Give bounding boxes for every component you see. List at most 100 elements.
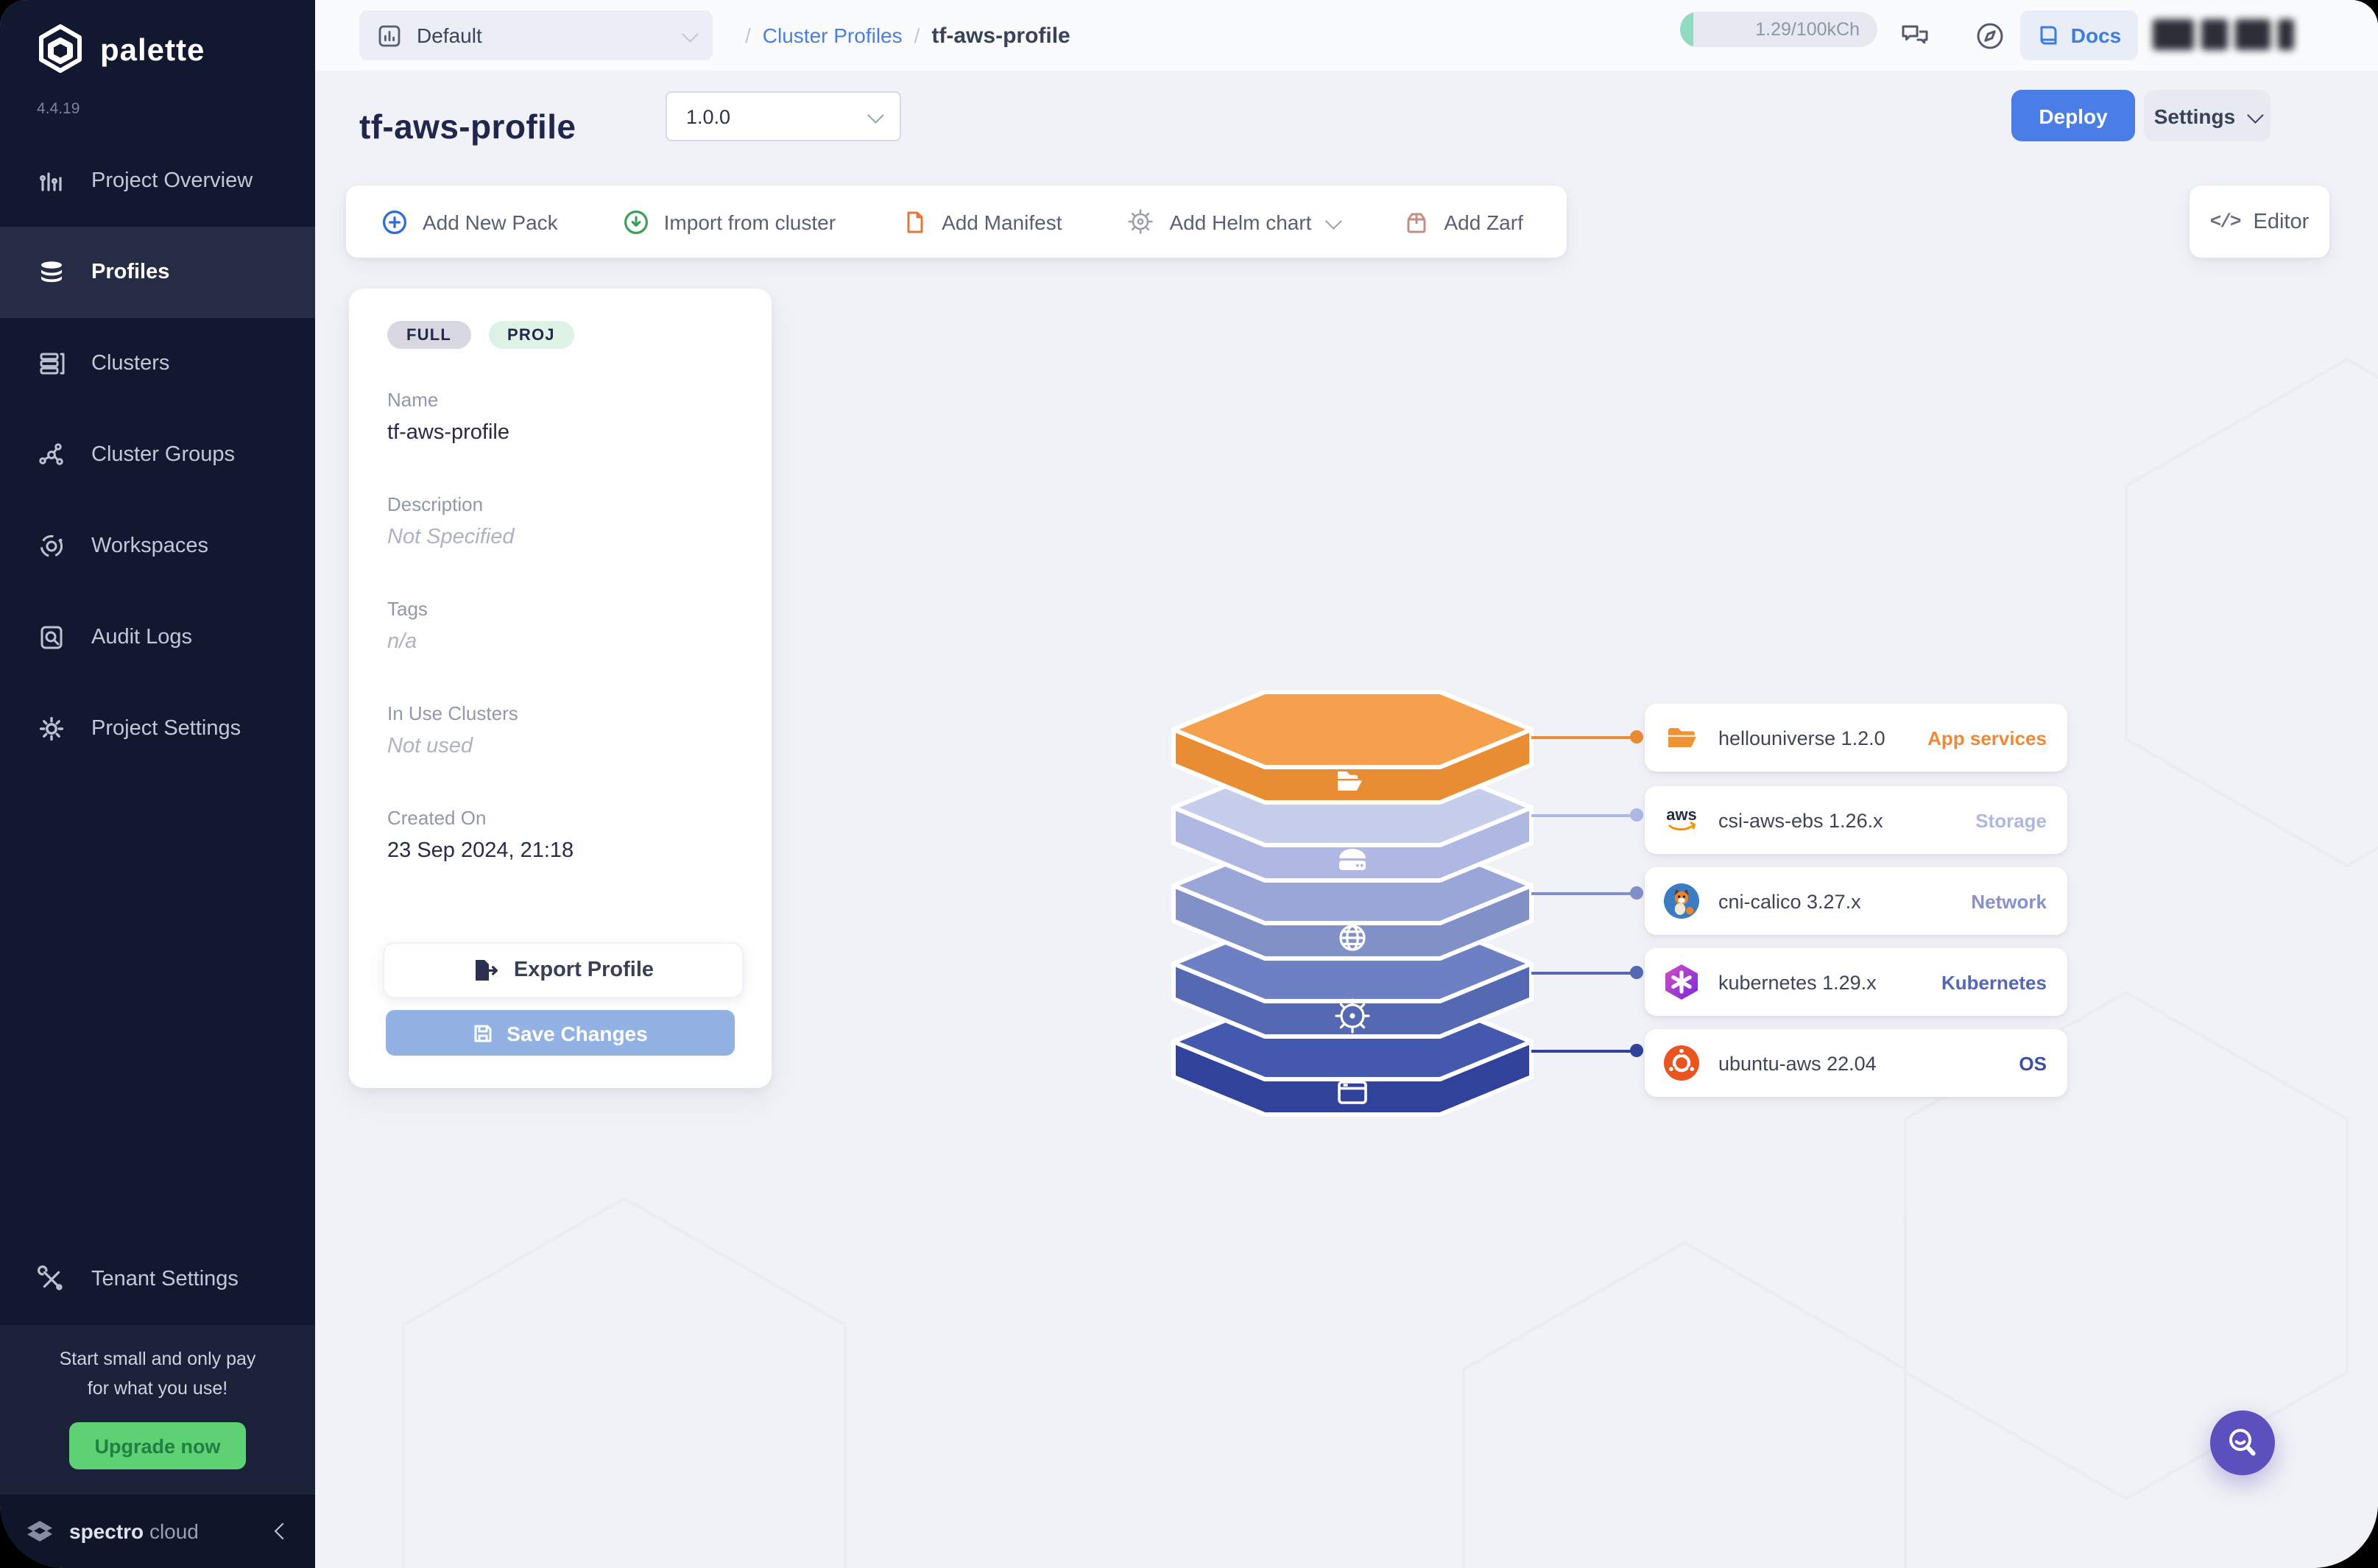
badge-proj: PROJ (488, 321, 574, 349)
badge-full: FULL (387, 321, 470, 349)
sidebar-spacer (0, 774, 315, 1235)
sidebar-item-label: Profiles (91, 261, 169, 284)
connector-app-services (1531, 736, 1637, 739)
compass-icon[interactable] (1970, 16, 2008, 54)
chevron-down-icon (682, 26, 699, 43)
profile-layer-stack (1166, 676, 1534, 1162)
sidebar-item-label: Project Settings (91, 717, 241, 741)
profile-toolbar: Add New Pack Import from cluster Add Man… (346, 186, 1567, 258)
book-icon (2037, 24, 2061, 47)
app-version: 4.4.19 (37, 100, 315, 118)
usage-progress (1680, 12, 1693, 47)
add-new-pack-label: Add New Pack (423, 210, 558, 233)
sidebar-item-tenant-settings[interactable]: Tenant Settings (0, 1235, 315, 1326)
ubuntu-logo-icon (1662, 1044, 1701, 1082)
page-title: tf-aws-profile (359, 108, 576, 148)
pack-row-hellouniverse[interactable]: hellouniverse 1.2.0 App services (1645, 704, 2067, 771)
pack-row-ubuntu-aws[interactable]: ubuntu-aws 22.04 OS (1645, 1029, 2067, 1097)
pack-category: App services (1927, 727, 2047, 749)
add-helm-chart-label: Add Helm chart (1170, 210, 1312, 233)
chevron-down-icon (2247, 106, 2264, 123)
connector-dot (1630, 1044, 1643, 1057)
project-scope-icon (377, 23, 402, 48)
search-smile-icon (2225, 1425, 2260, 1461)
sidebar-item-label: Project Overview (91, 169, 253, 193)
add-manifest-button[interactable]: Add Manifest (900, 208, 1062, 235)
field-description: Description Not Specified (387, 493, 742, 549)
orbit-icon (37, 532, 66, 561)
usage-text: 1.29/100kCh (1755, 19, 1860, 40)
pack-row-kubernetes[interactable]: kubernetes 1.29.x Kubernetes (1645, 948, 2067, 1016)
sidebar-item-clusters[interactable]: Clusters (0, 318, 315, 409)
server-list-icon (37, 349, 66, 378)
connector-os (1531, 1050, 1637, 1053)
upgrade-now-button[interactable]: Upgrade now (69, 1422, 246, 1469)
pack-row-csi-aws-ebs[interactable]: aws csi-aws-ebs 1.26.x Storage (1645, 786, 2067, 854)
breadcrumb-cluster-profiles-link[interactable]: Cluster Profiles (763, 24, 903, 47)
export-profile-label: Export Profile (514, 958, 654, 982)
sidebar-item-audit-logs[interactable]: Audit Logs (0, 592, 315, 683)
sidebar-item-profiles[interactable]: Profiles (0, 227, 315, 318)
pack-row-cni-calico[interactable]: cni-calico 3.27.x Network (1645, 867, 2067, 935)
save-changes-button[interactable]: Save Changes (386, 1010, 735, 1056)
profile-version-select[interactable]: 1.0.0 (666, 91, 901, 141)
import-circle-icon (623, 208, 649, 235)
pack-name: hellouniverse 1.2.0 (1718, 727, 1910, 749)
project-selector[interactable]: Default (359, 10, 713, 60)
sidebar-item-label: Tenant Settings (91, 1268, 239, 1292)
plus-circle-icon (381, 208, 408, 235)
save-changes-label: Save Changes (507, 1021, 647, 1045)
spectro-cloud-logo (24, 1515, 56, 1547)
pack-category: Network (1971, 890, 2047, 912)
connector-network (1531, 892, 1637, 895)
pack-name: ubuntu-aws 22.04 (1718, 1052, 2001, 1074)
aws-logo-icon: aws (1662, 801, 1701, 839)
resource-center-button[interactable] (2210, 1410, 2275, 1475)
palette-app-window: palette 4.4.19 Project Overview (0, 0, 2378, 1568)
promo-text: Start small and only pay for what you us… (15, 1346, 300, 1404)
import-from-cluster-button[interactable]: Import from cluster (623, 208, 836, 235)
deploy-button[interactable]: Deploy (2011, 90, 2135, 141)
breadcrumb-separator: / (745, 24, 751, 47)
tools-icon (37, 1265, 66, 1295)
sidebar-item-workspaces[interactable]: Workspaces (0, 501, 315, 592)
zarf-package-icon (1403, 208, 1429, 235)
stack-layer-app-services (1174, 692, 1531, 802)
pack-category: Storage (1975, 809, 2047, 831)
sidebar-item-cluster-groups[interactable]: Cluster Groups (0, 409, 315, 501)
sidebar-item-project-settings[interactable]: Project Settings (0, 683, 315, 774)
logo-block: palette 4.4.19 (0, 0, 315, 118)
collapse-sidebar-icon[interactable] (275, 1523, 292, 1540)
connector-dot (1630, 886, 1643, 900)
usage-meter: 1.29/100kCh (1680, 12, 1877, 47)
editor-button[interactable]: </> Editor (2190, 186, 2329, 258)
gear-icon (37, 714, 66, 744)
calico-cat-icon (1662, 882, 1701, 920)
profile-fields: Name tf-aws-profile Description Not Spec… (387, 389, 742, 911)
add-helm-chart-button[interactable]: Add Helm chart (1127, 208, 1338, 236)
chat-icon[interactable] (1895, 16, 1933, 54)
chevron-down-icon (867, 107, 884, 124)
export-profile-button[interactable]: Export Profile (383, 942, 744, 998)
footer-brand: spectro cloud (69, 1519, 264, 1543)
field-created-on: Created On 23 Sep 2024, 21:18 (387, 807, 742, 863)
docs-label: Docs (2071, 24, 2121, 47)
add-zarf-button[interactable]: Add Zarf (1403, 208, 1523, 235)
docs-button[interactable]: Docs (2020, 10, 2138, 60)
sidebar-item-project-overview[interactable]: Project Overview (0, 135, 315, 227)
breadcrumb-current: tf-aws-profile (931, 23, 1070, 48)
sidebar-item-label: Cluster Groups (91, 443, 235, 467)
settings-label: Settings (2154, 104, 2235, 127)
pack-category: OS (2019, 1052, 2047, 1074)
profile-version-value: 1.0.0 (686, 105, 730, 127)
brand-name: palette (100, 34, 205, 69)
add-new-pack-button[interactable]: Add New Pack (381, 208, 558, 235)
breadcrumb-separator: / (914, 24, 920, 47)
network-nodes-icon (37, 440, 66, 470)
settings-button[interactable]: Settings (2144, 90, 2271, 141)
user-account-redacted[interactable] (2153, 19, 2294, 50)
pack-name: kubernetes 1.29.x (1718, 971, 1924, 993)
pack-category: Kubernetes (1941, 971, 2047, 993)
svg-text:aws: aws (1666, 805, 1697, 824)
profile-details-card: FULL PROJ Name tf-aws-profile Descriptio… (349, 289, 772, 1088)
